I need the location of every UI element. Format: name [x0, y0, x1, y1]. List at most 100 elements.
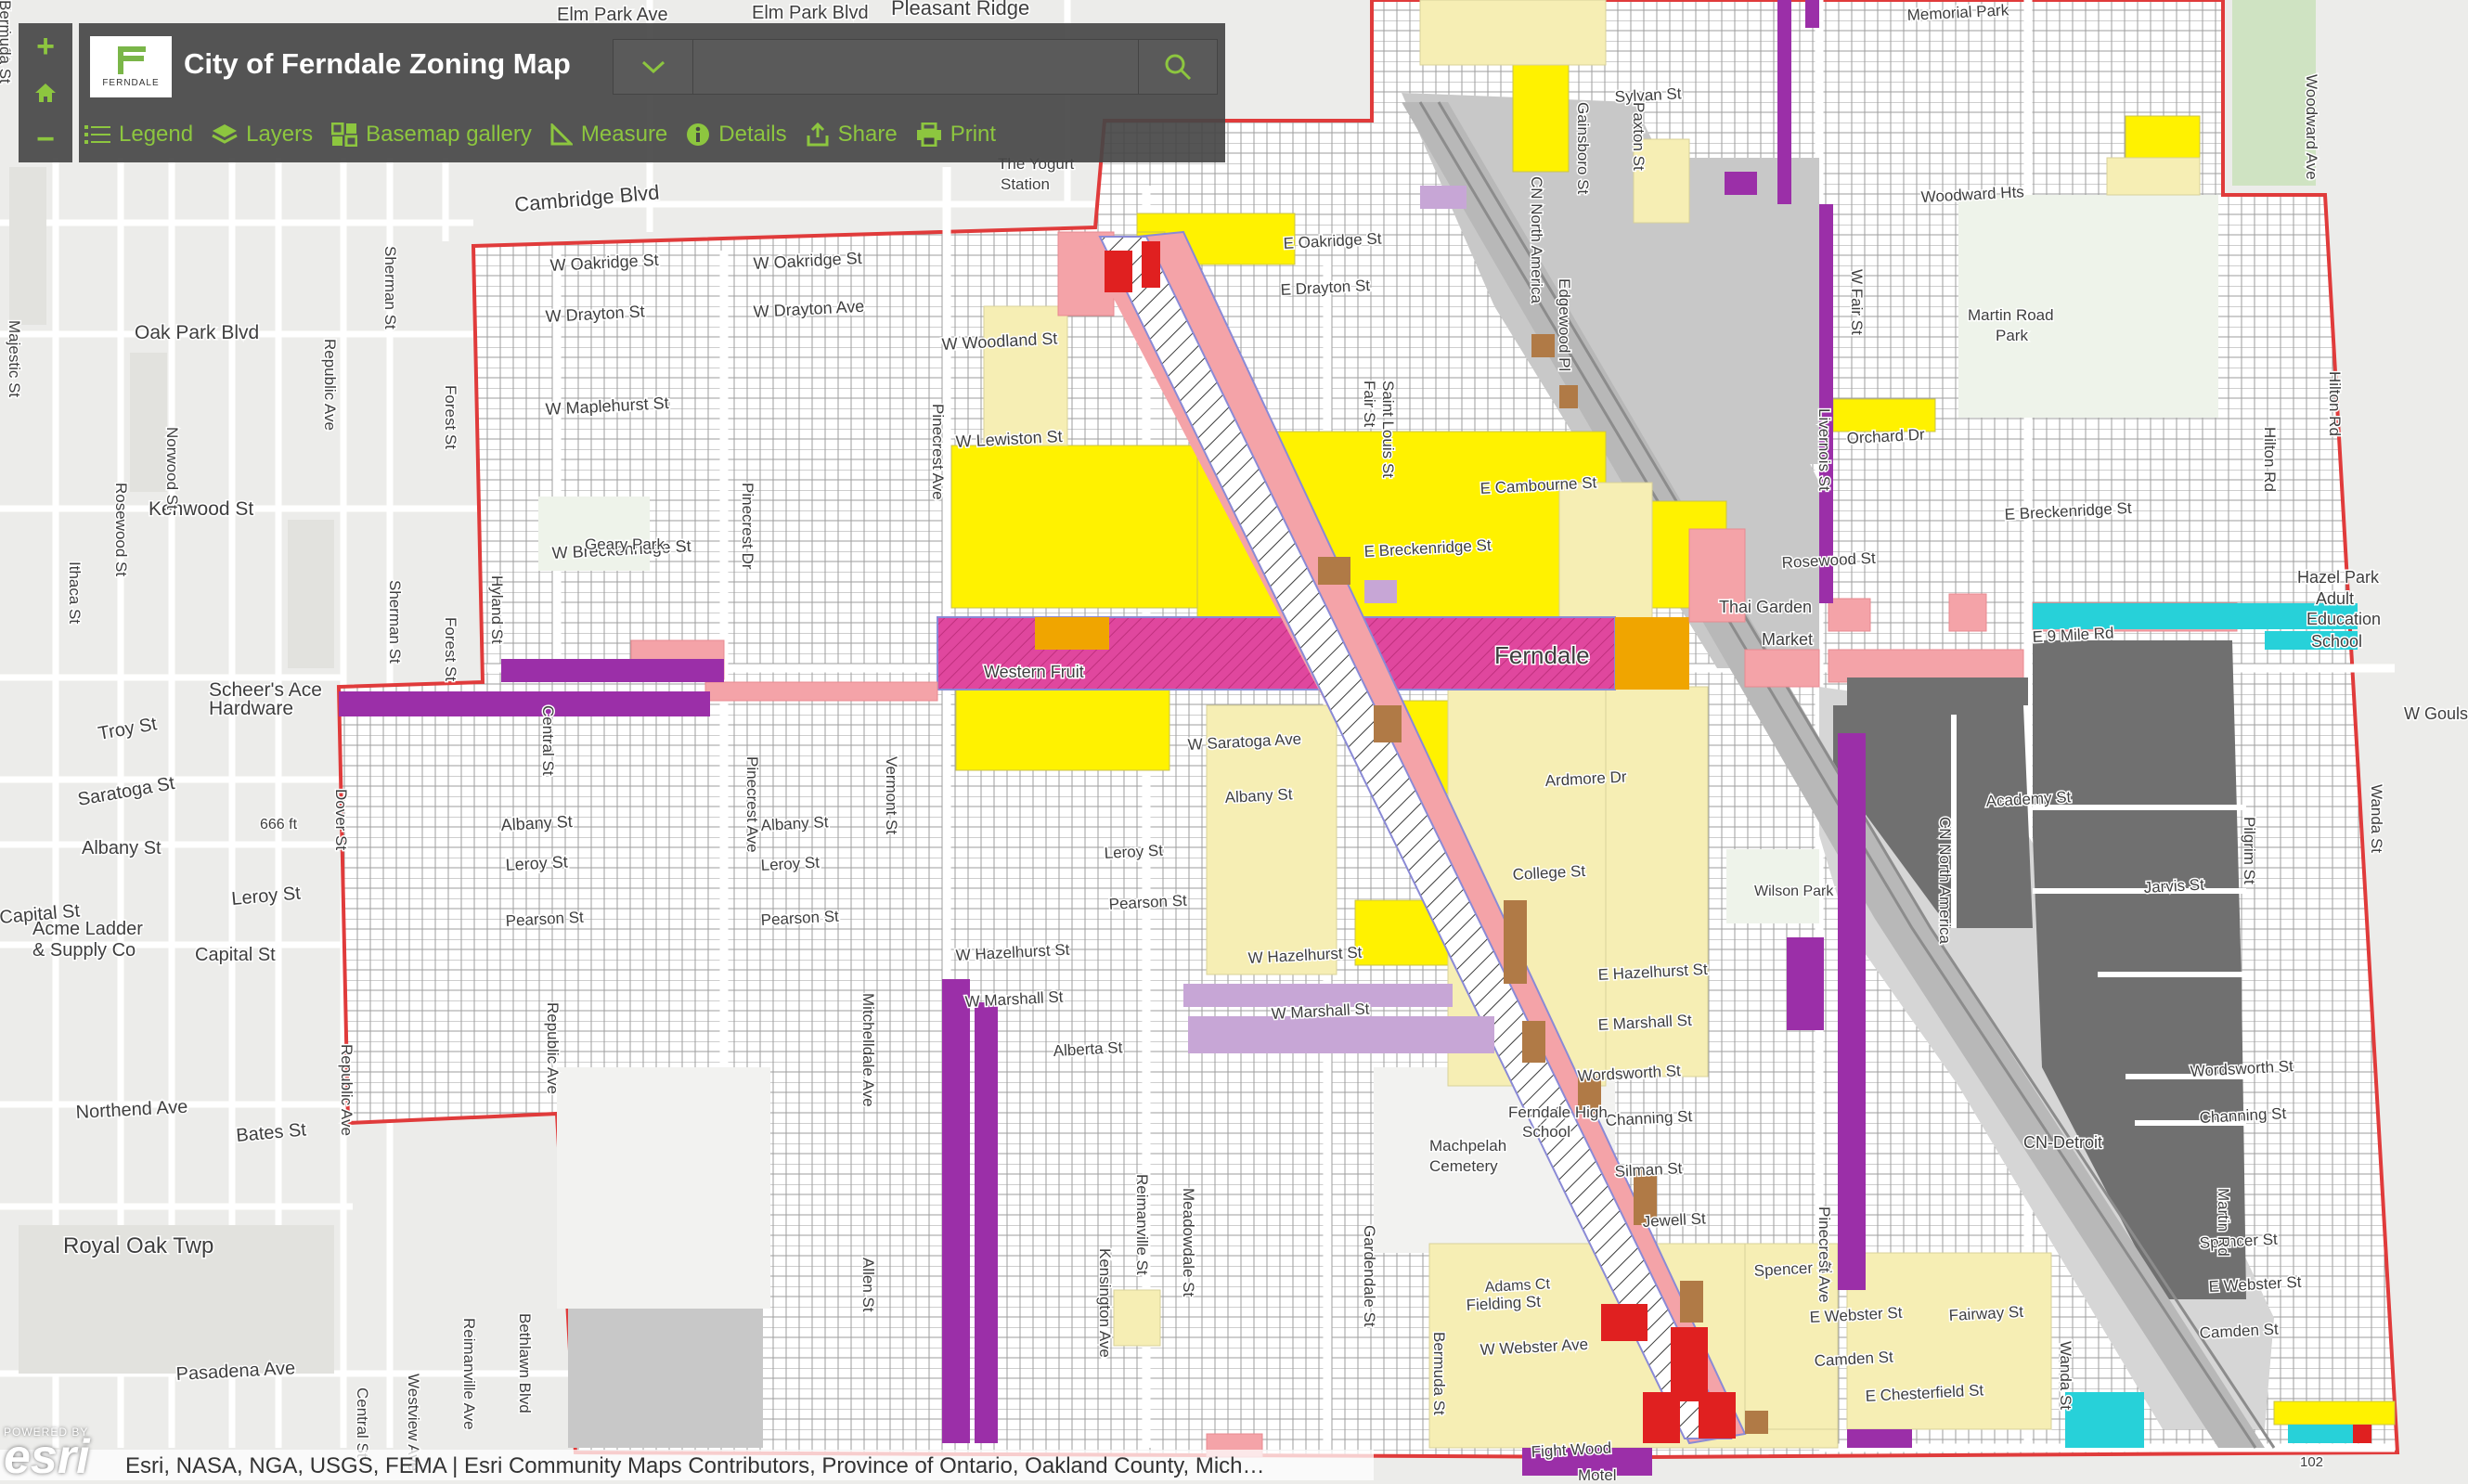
vertical-street-label: Bethlawn Blvd: [516, 1313, 534, 1413]
vertical-street-label: Reimanville St: [1133, 1174, 1151, 1275]
gray-lot-sw: [568, 1309, 763, 1448]
vertical-street-label: Woodward Ave: [2303, 74, 2320, 180]
street-label: Albany St: [500, 812, 573, 834]
vertical-street-label: Ithaca St: [66, 561, 84, 624]
street-label: Thai Garden: [1719, 598, 1812, 616]
vertical-street-label: Bermuda St: [0, 0, 14, 84]
vertical-street-label: Pinecrest Ave: [1815, 1207, 1833, 1303]
street-label: Capital St: [195, 945, 276, 965]
street-label: Acme Ladder: [32, 919, 143, 939]
street-label: Pleasant Ridge: [891, 0, 1029, 19]
vertical-street-label: Sherman St: [386, 580, 404, 664]
vertical-street-label: Forest St: [442, 617, 459, 681]
home-icon: [35, 84, 56, 102]
layers-label: Layers: [246, 122, 314, 147]
chevron-down-icon: [641, 60, 665, 74]
street-label: Wilson Park: [1754, 884, 1834, 899]
gray-dark-zones: [1847, 677, 2028, 705]
vertical-street-label: Saint Louis St: [1379, 381, 1397, 478]
vertical-street-label: Majestic St: [6, 320, 23, 397]
street-label: Ferndale High: [1508, 1103, 1608, 1121]
vertical-street-label: Paxton St: [1630, 102, 1647, 171]
vertical-street-label: Pinecrest Ave: [743, 756, 761, 853]
measure-button[interactable]: Measure: [550, 122, 686, 148]
street-label: Albany St: [760, 813, 829, 834]
vertical-street-label: Livernois St: [1815, 408, 1833, 491]
zoom-in-button[interactable]: +: [19, 23, 72, 70]
street-label: Ferndale: [1494, 641, 1590, 669]
details-label: Details: [718, 122, 787, 147]
street-label: Geary Park: [585, 536, 665, 553]
basemap-gallery-button[interactable]: Basemap gallery: [331, 122, 550, 148]
street-label: Elm Park Blvd: [752, 3, 869, 23]
street-label: Silman St: [1614, 1159, 1683, 1181]
share-button[interactable]: Share: [806, 122, 916, 148]
vertical-street-label: Gardendale St: [1361, 1225, 1378, 1327]
search-source-dropdown[interactable]: [614, 40, 693, 94]
print-label: Print: [950, 122, 997, 147]
vertical-street-label: Meadowdale St: [1180, 1188, 1197, 1297]
basemap-label: Basemap gallery: [366, 122, 532, 147]
street-label: Education: [2306, 610, 2381, 628]
attribution-bar: Esri, NASA, NGA, USGS, FEMA | Esri Commu…: [0, 1450, 1374, 1480]
attribution-text[interactable]: Esri, NASA, NGA, USGS, FEMA | Esri Commu…: [125, 1453, 1265, 1479]
street-label: Hardware: [209, 698, 293, 719]
details-button[interactable]: Details: [686, 122, 805, 148]
search-input[interactable]: [693, 40, 1139, 94]
street-label: School: [1522, 1123, 1570, 1141]
vertical-street-label: CN North America: [1528, 176, 1545, 304]
street-label: Leroy St: [760, 854, 820, 874]
esri-logo[interactable]: POWERED BY esri: [4, 1426, 120, 1484]
layers-icon: [212, 124, 238, 144]
vertical-street-label: Republic Ave: [544, 1002, 562, 1094]
vertical-street-label: Martin Rd: [2215, 1188, 2232, 1257]
street-label: Martin Road: [1968, 306, 2054, 324]
vertical-street-label: Republic Ave: [321, 339, 339, 431]
street-label: Market: [1762, 630, 1813, 649]
ferndale-high-school: [557, 1067, 770, 1309]
print-icon: [916, 123, 941, 147]
list-icon: [84, 125, 110, 144]
vertical-street-label: Pinecrest Ave: [929, 404, 947, 500]
street-label: Hazel Park: [2297, 568, 2380, 587]
street-label: Jarvis St: [2143, 876, 2204, 897]
ferndale-logo-mark-icon: [114, 45, 148, 74]
measure-label: Measure: [580, 122, 668, 147]
ferndale-logo: FERNDALE: [90, 36, 172, 97]
zoning-map[interactable]: Elm Park Ave Elm Park Blvd Pleasant Ridge C…: [0, 0, 2468, 1480]
layers-button[interactable]: Layers: [212, 122, 331, 148]
vertical-street-label: Dover St: [332, 789, 350, 850]
vertical-street-label: Reimanville Ave: [460, 1318, 478, 1430]
vertical-street-label: Wanda St: [2368, 784, 2385, 853]
esri-wordmark: esri: [4, 1430, 90, 1484]
street-label: Elm Park Ave: [557, 5, 668, 25]
vertical-street-label: Central St: [539, 705, 557, 776]
vertical-street-label: Bermuda St: [1430, 1332, 1448, 1415]
vertical-street-label: Vermont St: [883, 756, 900, 834]
legend-button[interactable]: Legend: [84, 122, 212, 148]
print-button[interactable]: Print: [916, 122, 1014, 148]
vertical-street-label: Kensington Ave: [1096, 1248, 1114, 1358]
vertical-street-label: Edgewood Pl: [1556, 278, 1573, 371]
vertical-street-label: Rosewood St: [112, 483, 130, 576]
vertical-street-label: W Fair St: [1848, 269, 1866, 335]
zoom-out-button[interactable]: −: [19, 116, 72, 162]
vertical-street-label: Central St: [354, 1387, 371, 1458]
street-label: Adult: [2316, 589, 2354, 608]
vertical-street-label: Pilgrim St: [2241, 817, 2258, 884]
vertical-street-label: Sherman St: [381, 246, 399, 329]
street-label: Royal Oak Twp: [63, 1233, 213, 1258]
street-label: Jewell St: [1642, 1209, 1706, 1231]
search-button[interactable]: [1138, 40, 1217, 94]
street-label: Park: [1996, 327, 2028, 344]
vertical-street-label: Pinecrest Dr: [739, 483, 756, 570]
street-label: & Supply Co: [32, 940, 136, 961]
share-icon: [807, 123, 829, 147]
home-button[interactable]: [19, 70, 72, 116]
vertical-street-label: CN North America: [1936, 817, 1954, 945]
measure-icon: [550, 123, 573, 146]
app-title: City of Ferndale Zoning Map: [184, 47, 571, 80]
search-icon: [1165, 54, 1192, 81]
street-label: Albany St: [82, 838, 162, 858]
vertical-street-label: Hilton Rd: [2261, 427, 2279, 492]
